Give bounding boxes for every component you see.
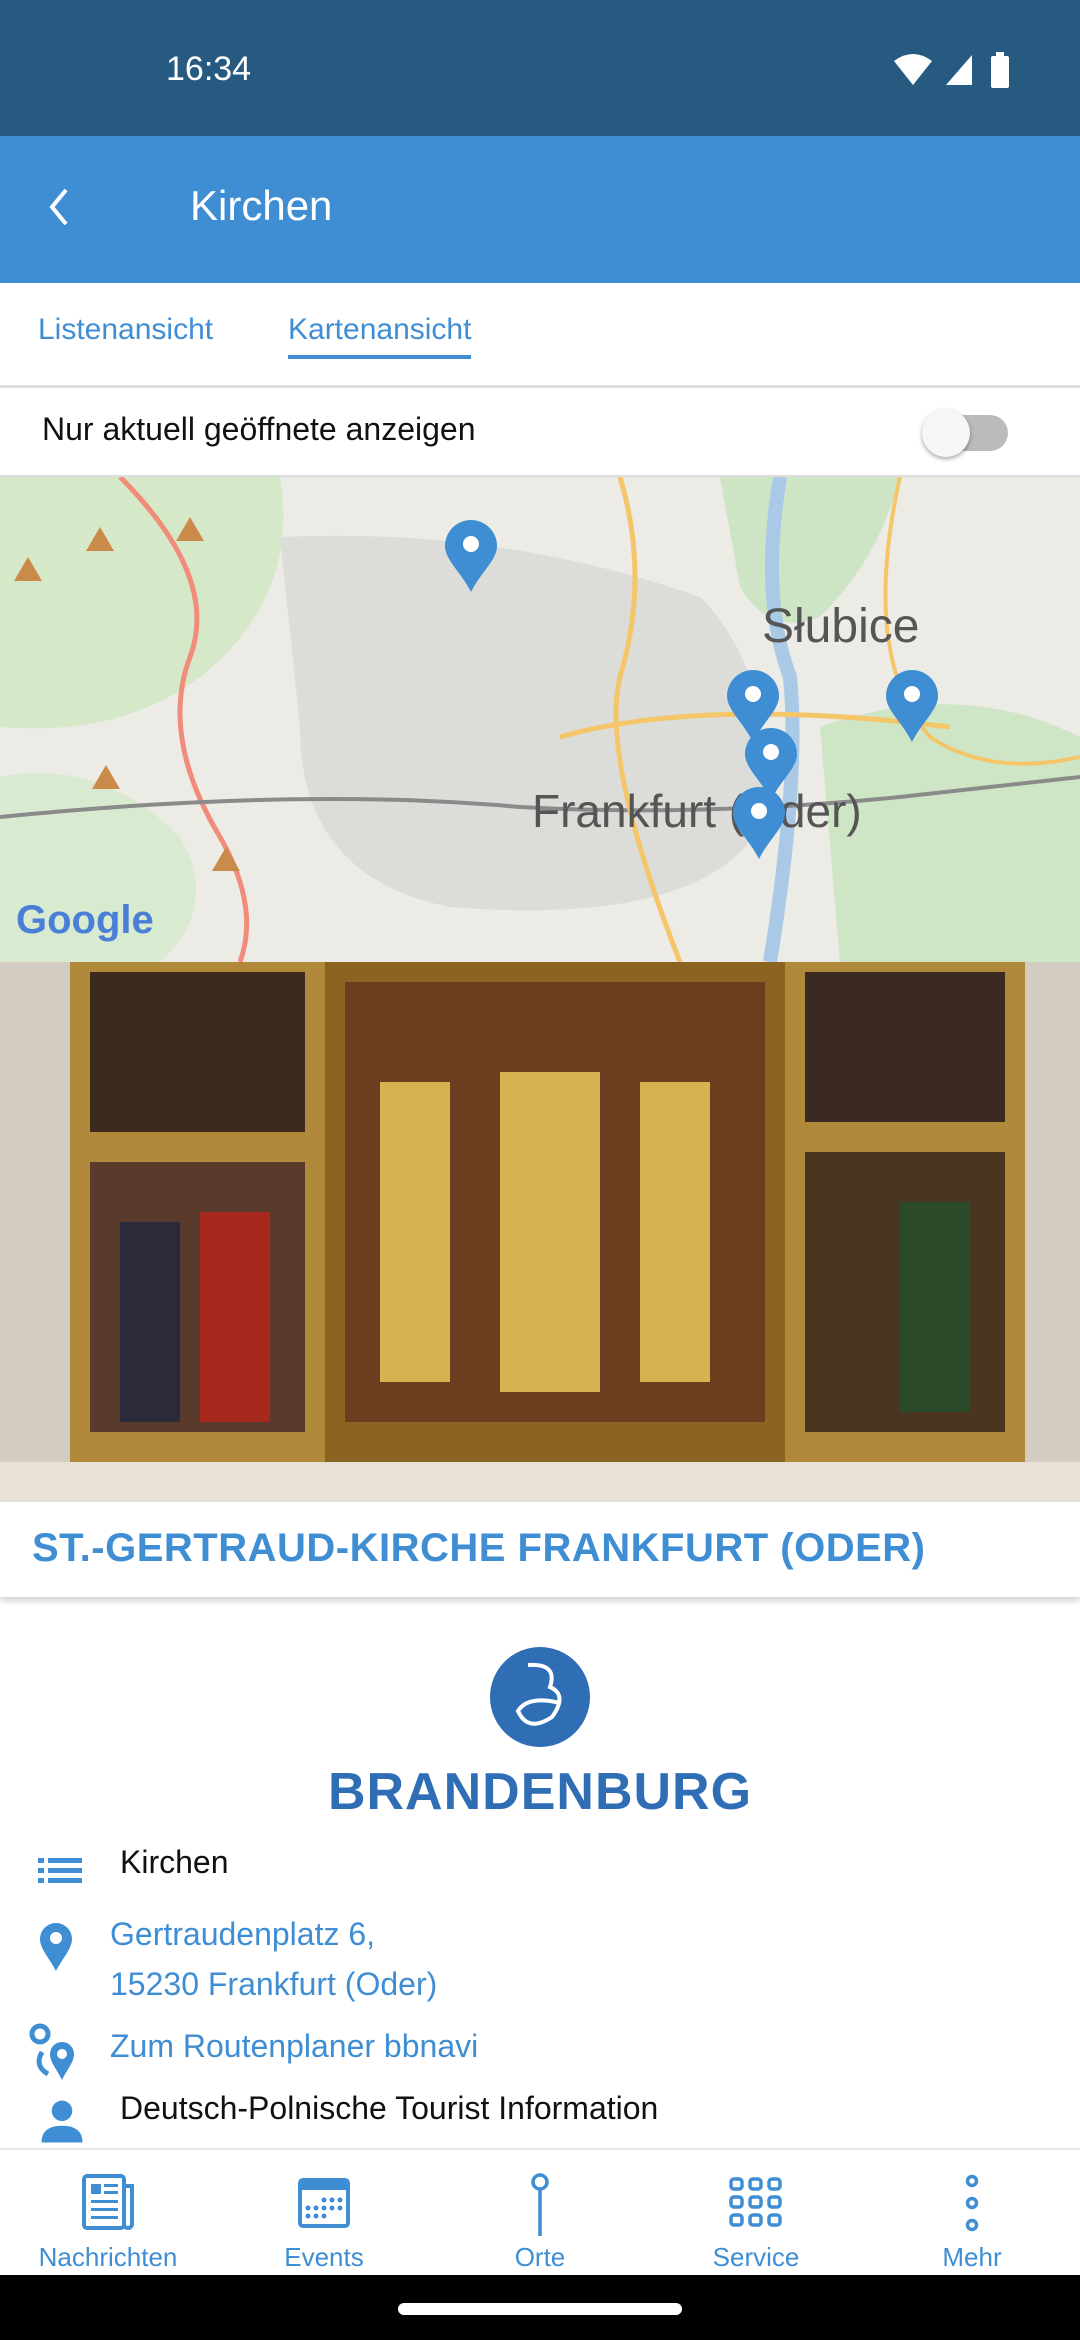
map-view[interactable]: Słubice Frankfurt (Oder) Google xyxy=(0,477,1080,962)
location-pin-icon xyxy=(40,1923,72,1971)
nav-label-nachrichten: Nachrichten xyxy=(38,2242,178,2272)
status-time: 16:34 xyxy=(166,50,252,88)
open-filter-label: Nur aktuell geöffnete anzeigen xyxy=(42,411,476,447)
contact-text: Deutsch-Polnische Tourist Information xyxy=(120,2090,659,2126)
open-filter-toggle[interactable] xyxy=(922,409,1008,457)
signal-icon xyxy=(946,55,972,85)
brandenburg-logo: BRANDENBURG xyxy=(0,1645,1080,1822)
page-title: Kirchen xyxy=(190,182,333,229)
app-bar: Kirchen xyxy=(0,136,1080,283)
tab-listenansicht[interactable]: Listenansicht xyxy=(38,313,213,355)
more-vertical-icon xyxy=(965,2174,979,2232)
church-photo xyxy=(0,962,1080,1502)
pushpin-icon xyxy=(531,2173,549,2236)
status-bar: 16:34 xyxy=(0,0,1080,136)
view-tabs: Listenansicht Kartenansicht xyxy=(0,283,1080,388)
place-title: ST.-GERTRAUD-KIRCHE FRANKFURT (ODER) xyxy=(32,1526,926,1570)
address-line-2[interactable]: 15230 Frankfurt (Oder) xyxy=(110,1960,437,2008)
nav-service[interactable]: Service xyxy=(648,2150,864,2277)
nav-orte[interactable]: Orte xyxy=(432,2150,648,2277)
nav-label-events: Events xyxy=(284,2242,364,2272)
route-icon xyxy=(29,2023,74,2080)
newspaper-icon xyxy=(82,2174,134,2230)
logo-text: BRANDENBURG xyxy=(327,1763,753,1821)
map-label-slubice: Słubice xyxy=(762,600,919,653)
system-nav-bar xyxy=(0,2275,1080,2340)
bottom-nav: Nachrichten Events Orte Service Mehr xyxy=(0,2148,1080,2275)
nav-label-service: Service xyxy=(712,2242,800,2272)
tab-kartenansicht[interactable]: Kartenansicht xyxy=(288,313,472,359)
back-button[interactable] xyxy=(44,182,74,232)
nav-label-mehr: Mehr xyxy=(942,2242,1002,2272)
route-planner-link[interactable]: Zum Routenplaner bbnavi xyxy=(110,2022,478,2070)
nav-mehr[interactable]: Mehr xyxy=(864,2150,1080,2277)
list-icon xyxy=(38,1858,82,1883)
google-attribution: Google xyxy=(16,898,154,942)
brandenburg-logo-emblem xyxy=(490,1647,590,1747)
nav-label-orte: Orte xyxy=(514,2242,566,2272)
home-gesture-handle[interactable] xyxy=(398,2303,682,2315)
wifi-icon xyxy=(894,54,932,85)
address-line-1[interactable]: Gertraudenplatz 6, xyxy=(110,1910,375,1958)
battery-icon xyxy=(991,52,1009,88)
calendar-icon xyxy=(298,2178,350,2228)
nav-events[interactable]: Events xyxy=(216,2150,432,2277)
grid-icon xyxy=(729,2177,782,2227)
place-title-band: ST.-GERTRAUD-KIRCHE FRANKFURT (ODER) xyxy=(0,1502,1080,1597)
person-icon xyxy=(41,2100,83,2143)
category-text: Kirchen xyxy=(120,1844,229,1880)
open-filter-row: Nur aktuell geöffnete anzeigen xyxy=(0,388,1080,477)
map-label-frankfurt: Frankfurt (Oder) xyxy=(532,785,862,837)
nav-nachrichten[interactable]: Nachrichten xyxy=(0,2150,216,2277)
